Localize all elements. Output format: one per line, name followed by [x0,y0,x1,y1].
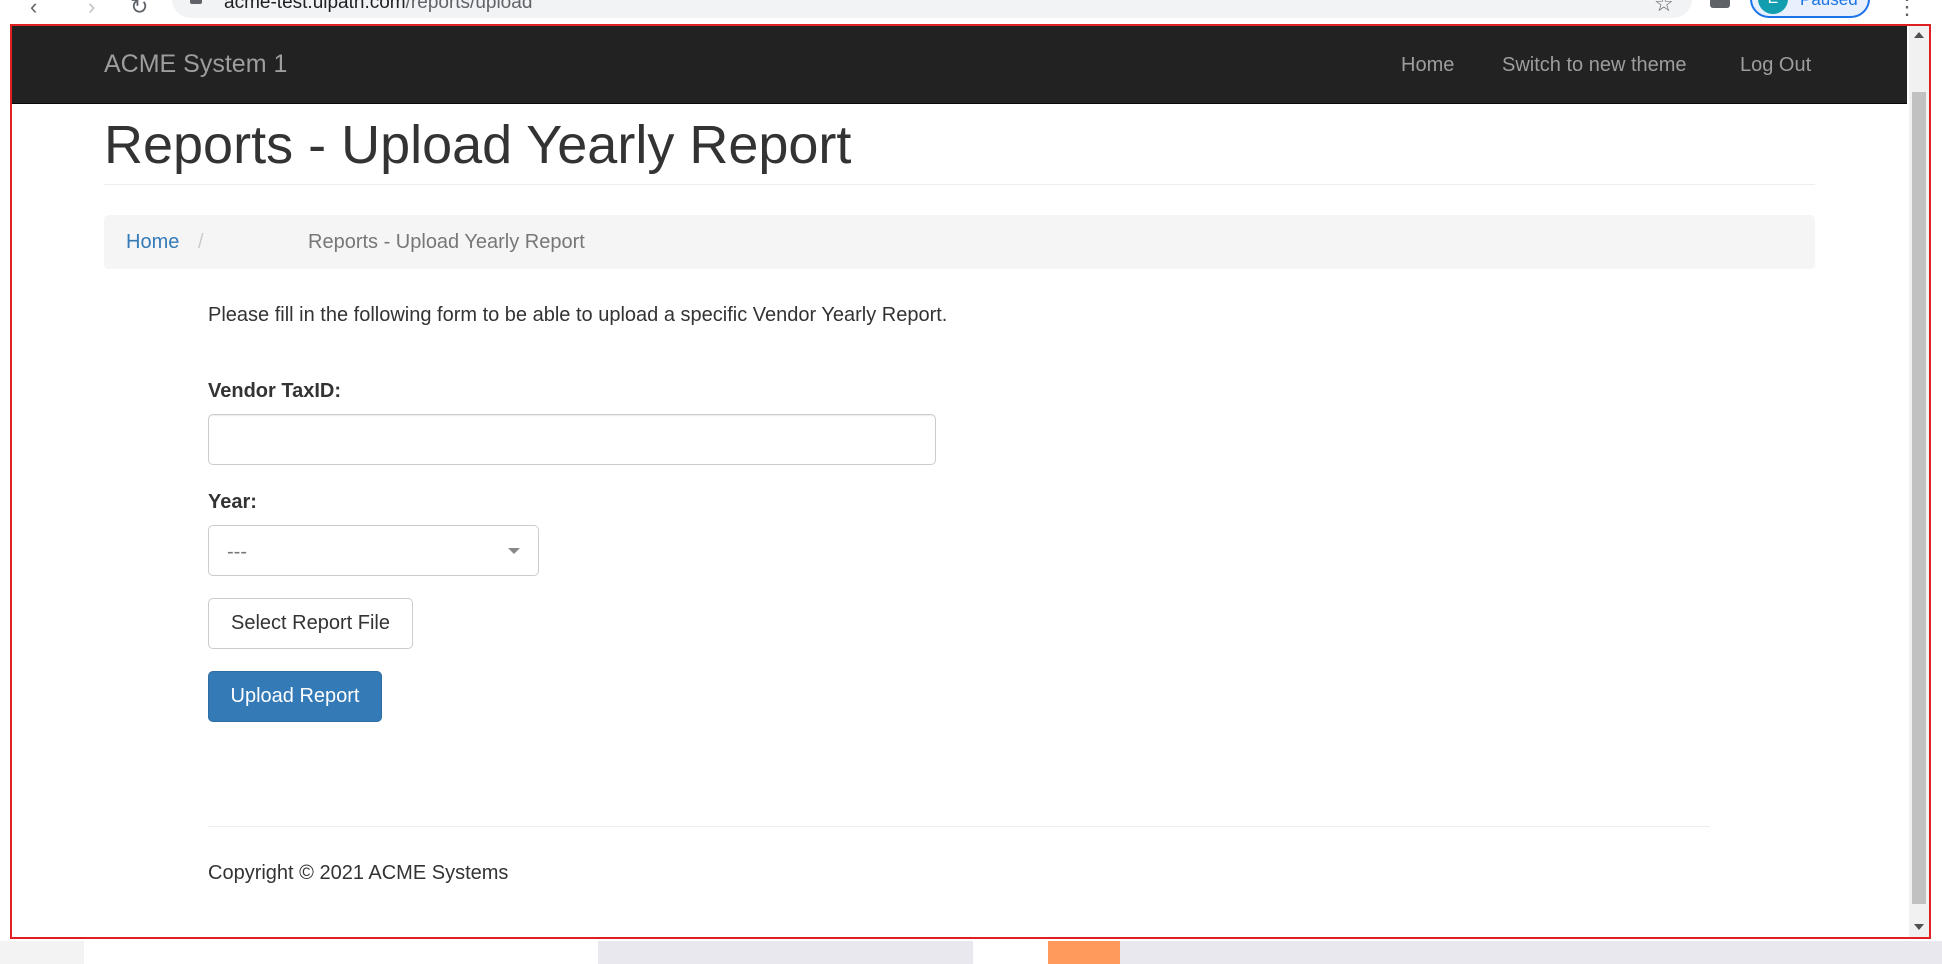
year-label: Year: [208,491,257,513]
select-report-file-button[interactable]: Select Report File [208,598,413,649]
footer-copyright: Copyright © 2021 ACME Systems [208,862,509,884]
url-host: acme-test.uipath.com [224,0,406,13]
breadcrumb-home-link[interactable]: Home [126,231,179,254]
menu-kebab-icon[interactable]: ⋮ [1896,0,1918,20]
year-select[interactable]: --- [208,525,539,576]
url-path: /reports/upload [405,0,533,13]
scroll-up-arrow-icon[interactable] [1914,32,1924,38]
breadcrumb-current: Reports - Upload Yearly Report [308,231,585,253]
navbar-brand[interactable]: ACME System 1 [104,50,287,79]
profile-status: Paused [1800,0,1858,10]
background-segment [0,941,84,964]
breadcrumb: Home / Reports - Upload Yearly Report [104,215,1815,269]
background-strip [0,941,1942,964]
form-intro-text: Please fill in the following form to be … [208,304,948,326]
page-frame: ACME System 1 Home Switch to new theme L… [10,24,1931,939]
header-divider [104,184,1815,185]
page-title: Reports - Upload Yearly Report [104,115,852,175]
forward-arrow-icon[interactable]: › [88,0,95,20]
lock-icon[interactable] [190,0,202,4]
bookmark-star-icon[interactable]: ☆ [1654,0,1674,17]
back-arrow-icon[interactable]: ‹ [30,0,37,20]
vendor-taxid-input[interactable] [208,414,936,465]
upload-report-button[interactable]: Upload Report [208,671,382,722]
profile-button[interactable]: E Paused [1750,0,1870,18]
reload-icon[interactable]: ↻ [130,0,148,20]
browser-chrome: ‹ › ↻ acme-test.uipath.com/reports/uploa… [0,0,1942,24]
nav-link-home[interactable]: Home [1401,54,1454,77]
scroll-down-arrow-icon[interactable] [1914,924,1924,930]
year-selected-value: --- [227,541,247,563]
avatar: E [1758,0,1788,14]
vertical-scrollbar[interactable] [1909,26,1929,937]
nav-link-logout[interactable]: Log Out [1740,54,1811,77]
extensions-icon[interactable] [1710,0,1730,8]
navbar: ACME System 1 Home Switch to new theme L… [12,26,1907,104]
background-segment [598,941,973,964]
nav-link-switch-theme[interactable]: Switch to new theme [1502,54,1687,77]
scrollbar-thumb[interactable] [1912,92,1926,904]
background-segment [1048,941,1120,964]
background-segment [1120,941,1942,964]
chevron-down-icon [508,548,520,554]
footer-divider [208,826,1710,827]
breadcrumb-separator: / [198,231,204,253]
vendor-taxid-label: Vendor TaxID: [208,380,341,402]
address-url[interactable]: acme-test.uipath.com/reports/upload [224,0,532,14]
